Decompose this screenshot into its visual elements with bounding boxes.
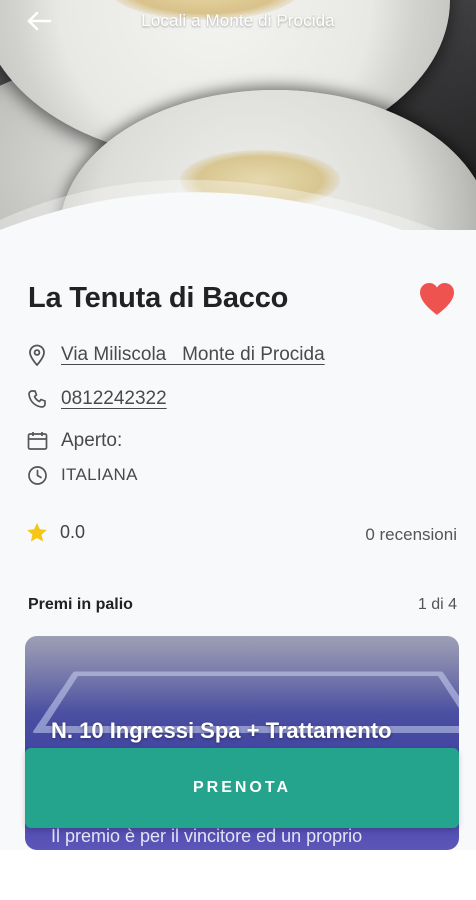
cuisine-row: ITALIANA — [26, 464, 138, 486]
page-title: Locali a Monte di Procida — [141, 11, 335, 30]
clock-icon — [26, 464, 48, 486]
location-pin-icon — [26, 344, 48, 366]
book-button[interactable]: PRENOTA — [25, 748, 459, 828]
top-bar: Locali a Monte di Procida — [0, 0, 476, 44]
phone-row: 0812242322 — [26, 388, 167, 410]
calendar-icon — [26, 430, 48, 452]
rating-value: 0.0 — [60, 522, 86, 542]
rating-row: 0.0 — [26, 522, 85, 543]
phone-icon — [26, 388, 48, 410]
address-row: Via Miliscola Monte di Procida — [26, 344, 325, 366]
prize-name: N. 10 Ingressi Spa + Trattamento — [51, 718, 392, 743]
venue-name: La Tenuta di Bacco — [28, 282, 289, 314]
prizes-counter: 1 di 4 — [417, 596, 457, 613]
favorite-heart-icon[interactable] — [417, 280, 457, 318]
venue-details: La Tenuta di Bacco Via Miliscola Monte d… — [0, 230, 476, 900]
star-icon — [27, 523, 47, 542]
hours-label: Aperto: — [61, 430, 123, 451]
prize-description: Il premio è per il vincitore ed un propr… — [51, 826, 363, 846]
reviews-link[interactable]: 0 recensioni — [365, 525, 457, 545]
bottom-area — [0, 850, 476, 900]
address-link[interactable]: Via Miliscola Monte di Procida — [61, 344, 325, 366]
hours-row: Aperto: — [26, 430, 122, 452]
prizes-title: Premi in palio — [28, 596, 133, 613]
cuisine-label: ITALIANA — [61, 465, 138, 484]
phone-link[interactable]: 0812242322 — [61, 388, 167, 410]
